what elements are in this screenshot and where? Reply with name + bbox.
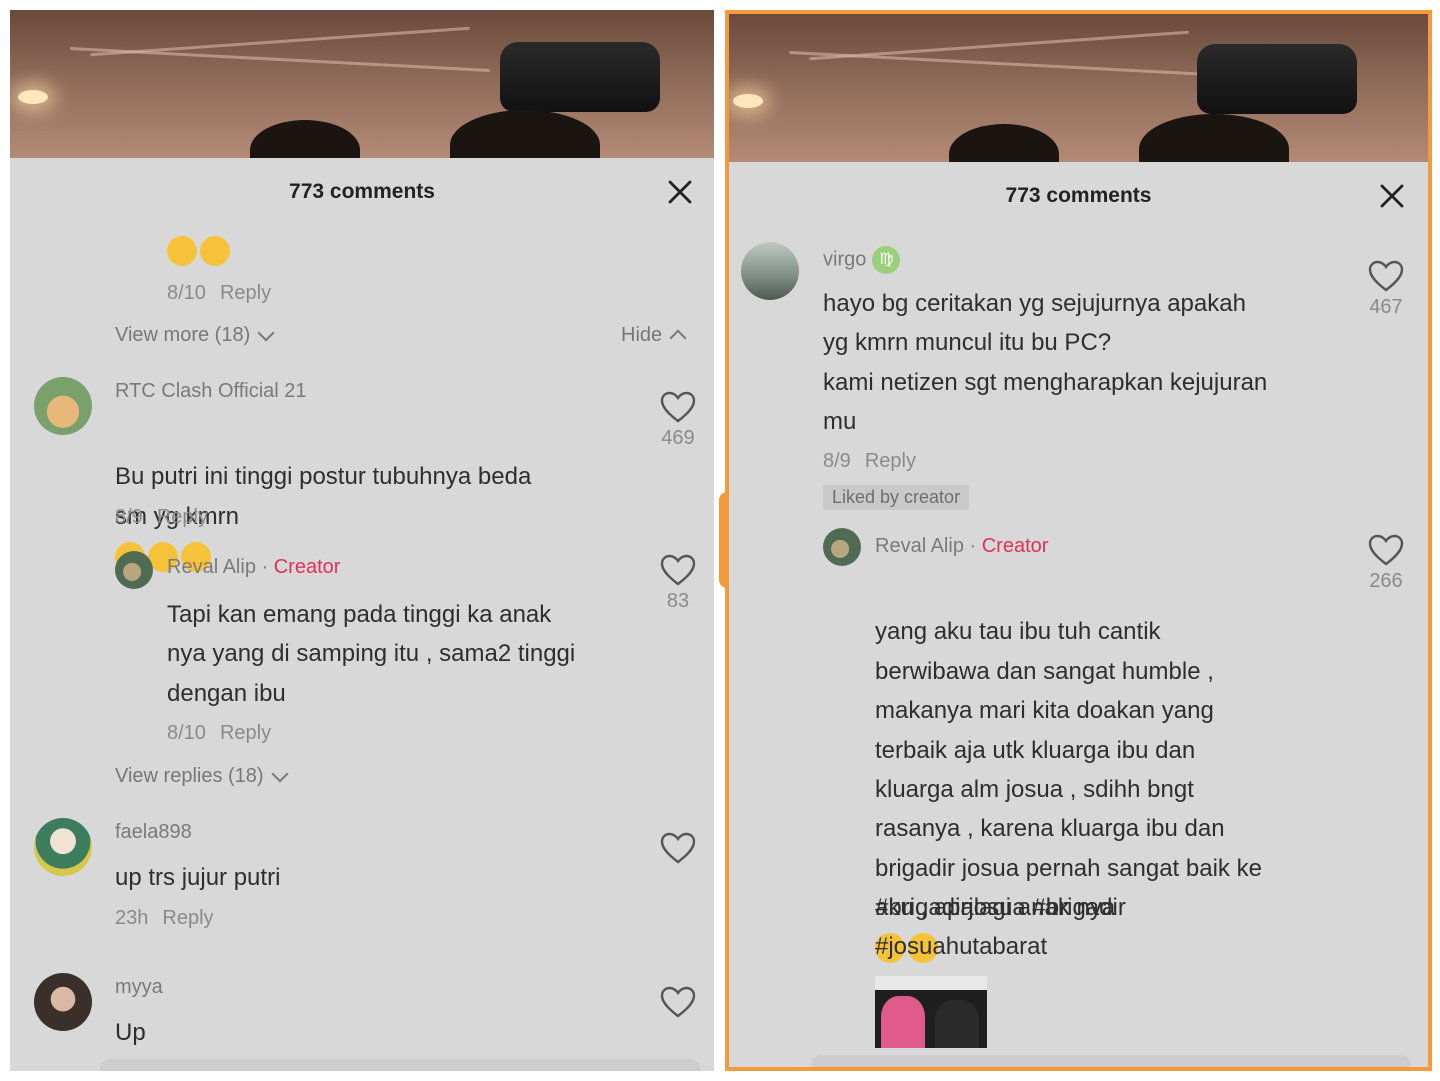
comment-input-bar[interactable] [811, 1055, 1411, 1067]
comment-username[interactable]: RTC Clash Official 21 [115, 380, 307, 403]
comment-text: Tapi kan emang pada tinggi ka anak nya y… [167, 601, 576, 707]
comment-meta: 23h Reply [115, 907, 214, 930]
heart-icon [660, 554, 696, 586]
reply-button[interactable]: Reply [220, 282, 271, 304]
comments-panel-right: 773 comments virgo ♍ hayo bg ceritakan yg… [725, 10, 1432, 1071]
comment-text: Bu putri ini tinggi postur tubuhnya beda… [115, 418, 635, 576]
like-button[interactable]: 469 [653, 391, 703, 450]
comment-header: Reval Alip · Creator [875, 535, 1048, 558]
like-count: 469 [661, 427, 695, 449]
close-icon[interactable] [1378, 182, 1406, 210]
reply-emoji [167, 236, 233, 266]
comment-username[interactable]: virgo [823, 248, 866, 270]
heart-icon [660, 391, 696, 423]
view-replies-button[interactable]: View replies (18) [115, 765, 289, 788]
avatar[interactable] [823, 528, 861, 566]
heart-icon [660, 986, 696, 1018]
comments-sheet: 773 comments 8/10 Reply View more (18) Hi… [10, 158, 714, 1071]
like-button[interactable] [653, 986, 703, 1018]
comment-text: hayo bg ceritakan yg sejujurnya apakah y… [823, 290, 1268, 436]
view-replies-label: View replies (18) [115, 765, 264, 787]
like-button[interactable]: 83 [653, 554, 703, 613]
close-icon[interactable] [666, 178, 694, 206]
like-count: 266 [1369, 570, 1403, 592]
comments-sheet: 773 comments virgo ♍ hayo bg ceritakan yg… [729, 162, 1428, 1067]
view-more-button[interactable]: View more (18) [115, 324, 275, 347]
creator-badge: Creator [981, 535, 1049, 557]
reply-button[interactable]: Reply [162, 907, 213, 929]
comment-username[interactable]: myya [115, 976, 163, 999]
avatar[interactable] [34, 377, 92, 435]
comment-date: 8/10 [167, 722, 206, 744]
video-background [10, 10, 714, 160]
face-with-tears-of-joy-icon [167, 236, 197, 266]
chevron-up-icon [669, 329, 687, 347]
hide-label: Hide [621, 324, 663, 346]
comment-meta: 8/9 Reply [823, 450, 916, 473]
creator-badge: Creator [273, 556, 341, 578]
heart-icon [1368, 260, 1404, 292]
comment-date: 8/9 [823, 450, 851, 472]
comment-username[interactable]: Reval Alip [167, 556, 256, 578]
like-button[interactable]: 467 [1361, 260, 1411, 319]
avatar[interactable] [34, 818, 92, 876]
chevron-down-icon [271, 765, 289, 783]
comment-meta: 8/9 Reply [115, 506, 208, 529]
like-button[interactable]: 266 [1361, 534, 1411, 593]
comment-meta: 8/10 Reply [167, 722, 271, 745]
comments-panel-left: 773 comments 8/10 Reply View more (18) Hi… [10, 10, 714, 1071]
comment-text: Up [115, 1019, 146, 1046]
chevron-down-icon [257, 324, 275, 342]
comment-header: Reval Alip · Creator [167, 556, 340, 579]
face-with-tears-of-joy-icon [200, 236, 230, 266]
avatar[interactable] [741, 242, 799, 300]
like-count: 467 [1369, 296, 1403, 318]
reply-button[interactable]: Reply [220, 722, 271, 744]
separator-dot: · [261, 556, 269, 578]
avatar[interactable] [115, 551, 153, 589]
comment-hashtags[interactable]: #brigadirjosua #brigadir #josuahutabarat [875, 888, 1345, 967]
attached-image-thumbnail[interactable] [875, 976, 987, 1048]
video-background [729, 14, 1428, 164]
comment-text-content: yang aku tau ibu tuh cantik berwibawa da… [875, 618, 1262, 922]
view-more-label: View more (18) [115, 324, 251, 346]
comments-count-title: 773 comments [1005, 184, 1152, 207]
comment-header: virgo ♍ [823, 246, 901, 274]
comment-date: 23h [115, 907, 149, 929]
heart-icon [1368, 534, 1404, 566]
virgo-symbol-icon: ♍ [872, 246, 901, 274]
reply-button[interactable]: Reply [157, 506, 208, 528]
like-button[interactable] [653, 832, 703, 864]
comment-username[interactable]: faela898 [115, 821, 192, 844]
heart-icon [660, 832, 696, 864]
separator-dot: · [969, 535, 977, 557]
like-count: 83 [666, 590, 690, 612]
hide-replies-button[interactable]: Hide [621, 324, 687, 347]
comment-input-bar[interactable] [100, 1059, 700, 1071]
comment-username[interactable]: Reval Alip [875, 535, 964, 557]
avatar[interactable] [34, 973, 92, 1031]
comments-count-title: 773 comments [289, 180, 435, 203]
comment-date: 8/9 [115, 506, 143, 528]
comment-meta: 8/10 Reply [167, 282, 271, 305]
reply-button[interactable]: Reply [865, 450, 916, 472]
comment-text: up trs jujur putri [115, 864, 281, 891]
comment-date: 8/10 [167, 282, 206, 304]
liked-by-creator-badge: Liked by creator [823, 485, 970, 510]
